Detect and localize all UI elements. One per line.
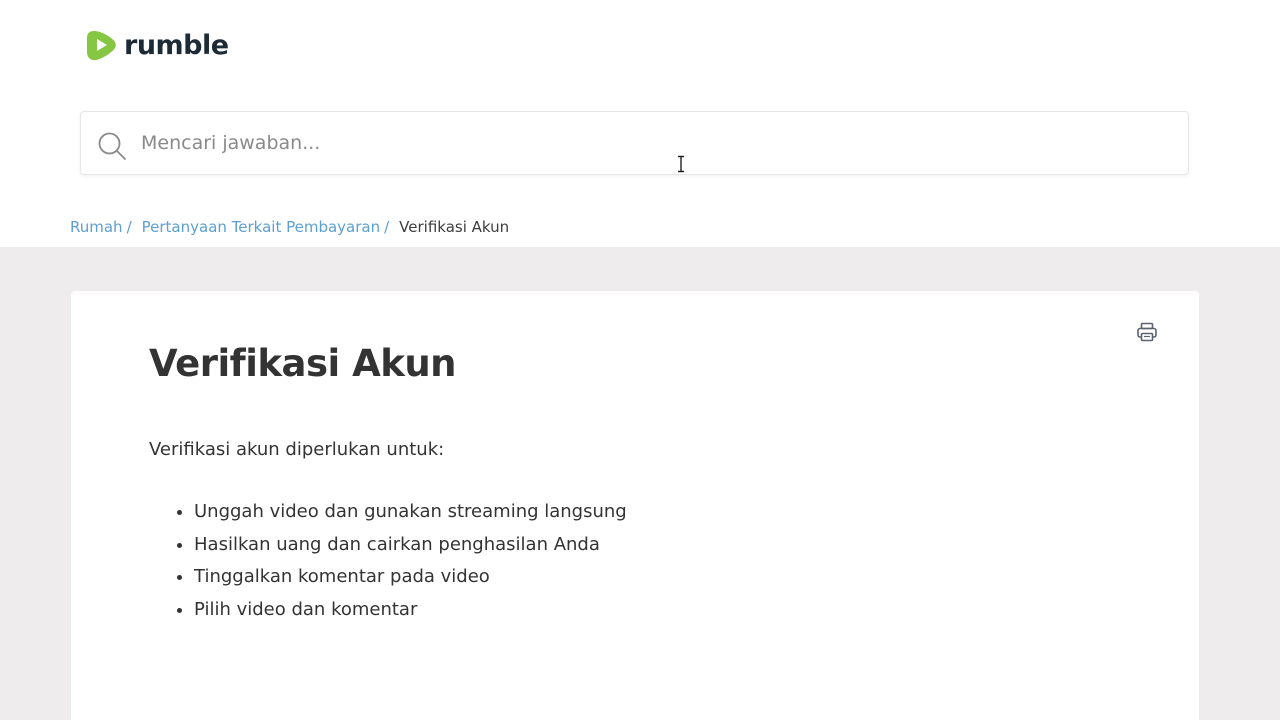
list-item: Tinggalkan komentar pada video <box>194 561 627 594</box>
print-icon[interactable] <box>1136 321 1158 343</box>
rumble-logo[interactable]: rumble <box>86 28 229 62</box>
search-box[interactable] <box>80 111 1189 175</box>
breadcrumb-separator: / <box>384 218 390 236</box>
rumble-play-logo-icon <box>87 31 116 61</box>
list-item: Pilih video dan komentar <box>194 594 627 627</box>
article-title: Verifikasi Akun <box>149 342 457 385</box>
text-cursor-icon <box>678 155 684 173</box>
article-list: Unggah video dan gunakan streaming langs… <box>149 496 627 627</box>
header-area: rumble Rumah / Pertanyaan Terkait Pembay… <box>0 0 1280 247</box>
article-intro: Verifikasi akun diperlukan untuk: <box>149 439 445 460</box>
list-item: Hasilkan uang dan cairkan penghasilan An… <box>194 529 627 562</box>
breadcrumb-current: Verifikasi Akun <box>399 218 510 236</box>
logo-text: rumble <box>124 29 229 61</box>
help-center-page: rumble Rumah / Pertanyaan Terkait Pembay… <box>0 0 1280 720</box>
breadcrumb-link-home[interactable]: Rumah <box>70 218 123 236</box>
search-icon <box>98 132 126 160</box>
breadcrumb-separator: / <box>126 218 132 236</box>
breadcrumb: Rumah / Pertanyaan Terkait Pembayaran / … <box>70 216 509 238</box>
list-item: Unggah video dan gunakan streaming langs… <box>194 496 627 529</box>
search-input[interactable] <box>141 112 1161 174</box>
breadcrumb-link-payment-questions[interactable]: Pertanyaan Terkait Pembayaran <box>142 218 380 236</box>
